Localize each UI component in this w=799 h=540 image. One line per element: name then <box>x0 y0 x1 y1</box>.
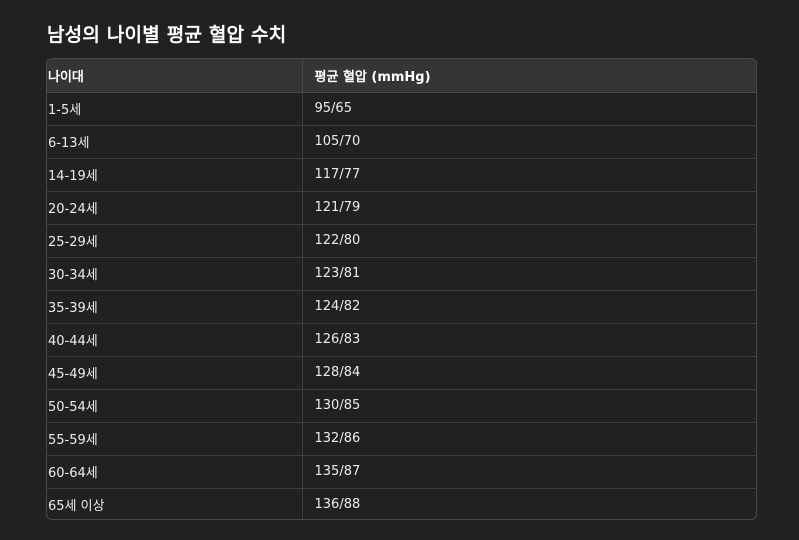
blood-pressure-table: 나이대 평균 혈압 (mmHg) 1-5세 95/65 6-13세 105/70… <box>46 58 757 520</box>
table-row: 20-24세 121/79 <box>47 190 756 224</box>
age-group-cell: 20-24세 <box>47 190 302 224</box>
age-group-cell: 14-19세 <box>47 157 302 191</box>
table-row: 55-59세 132/86 <box>47 421 756 455</box>
blood-pressure-cell: 124/82 <box>301 289 756 323</box>
table-row: 50-54세 130/85 <box>47 388 756 422</box>
table-row: 1-5세 95/65 <box>47 92 756 125</box>
age-group-cell: 35-39세 <box>47 289 302 323</box>
table-title: 남성의 나이별 평균 혈압 수치 <box>47 24 287 46</box>
blood-pressure-cell: 123/81 <box>301 256 756 290</box>
table-header-row: 나이대 평균 혈압 (mmHg) <box>47 59 756 93</box>
age-group-cell: 1-5세 <box>48 103 82 118</box>
blood-pressure-cell: 128/84 <box>301 355 756 389</box>
age-group-cell: 6-13세 <box>47 124 302 158</box>
blood-pressure-cell: 122/80 <box>301 223 756 257</box>
blood-pressure-cell: 135/87 <box>301 454 756 488</box>
blood-pressure-cell: 132/86 <box>301 421 756 455</box>
blood-pressure-cell: 126/83 <box>301 322 756 356</box>
table-row: 30-34세 123/81 <box>47 256 756 290</box>
blood-pressure-cell: 136/88 <box>301 487 756 519</box>
blood-pressure-cell: 130/85 <box>301 388 756 422</box>
blood-pressure-cell: 117/77 <box>301 157 756 191</box>
table-row: 6-13세 105/70 <box>47 124 756 158</box>
age-group-cell: 50-54세 <box>47 388 302 422</box>
table-row: 14-19세 117/77 <box>47 157 756 191</box>
blood-pressure-cell: 95/65 <box>301 92 756 125</box>
age-group-cell: 65세 이상 <box>47 487 302 519</box>
age-group-cell: 60-64세 <box>47 454 302 488</box>
table-row: 65세 이상 136/88 <box>47 487 756 519</box>
age-group-cell: 55-59세 <box>47 421 302 455</box>
column-header-blood-pressure: 평균 혈압 (mmHg) <box>301 59 756 93</box>
blood-pressure-cell: 105/70 <box>301 124 756 158</box>
age-group-cell: 25-29세 <box>47 223 302 257</box>
table-row: 60-64세 135/87 <box>47 454 756 488</box>
table-row: 40-44세 126/83 <box>47 322 756 356</box>
age-group-cell: 40-44세 <box>47 322 302 356</box>
age-group-cell: 45-49세 <box>47 355 302 389</box>
table-row: 25-29세 122/80 <box>47 223 756 257</box>
column-header-age-group: 나이대 <box>47 59 302 93</box>
table-row: 35-39세 124/82 <box>47 289 756 323</box>
data-table: 나이대 평균 혈압 (mmHg) 1-5세 95/65 6-13세 105/70… <box>47 59 756 519</box>
age-group-cell: 30-34세 <box>47 256 302 290</box>
blood-pressure-cell: 121/79 <box>301 190 756 224</box>
table-row: 45-49세 128/84 <box>47 355 756 389</box>
